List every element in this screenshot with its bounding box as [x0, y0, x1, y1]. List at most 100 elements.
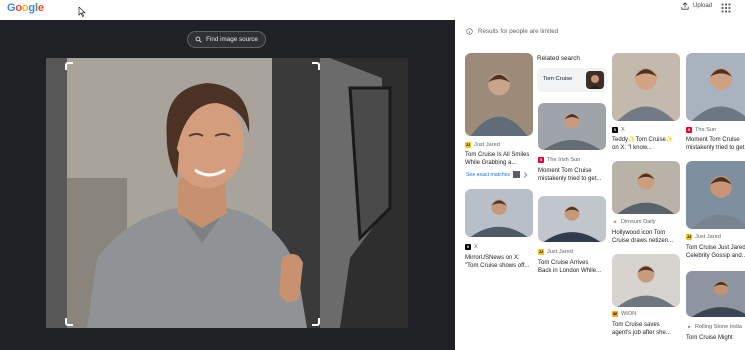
- related-search-chip[interactable]: Tom Cruise: [537, 68, 607, 92]
- result-title[interactable]: Teddy✨Tom Cruise✨ on X: "I know...: [612, 136, 684, 152]
- result-title-line: MirrorUSNews on X:: [465, 255, 520, 261]
- crop-handle-top-right[interactable]: [312, 62, 320, 70]
- result-thumbnail[interactable]: [465, 53, 533, 136]
- results-notice: Results for people are limited: [466, 28, 558, 35]
- result-source-name: The Irish Sun: [547, 157, 581, 163]
- see-exact-matches-link[interactable]: See exact matches: [466, 171, 528, 178]
- result-source-name: Just Jared: [547, 249, 573, 255]
- crop-region[interactable]: [67, 58, 320, 328]
- logo-letter: G: [7, 2, 16, 14]
- result-source[interactable]: XX: [465, 244, 478, 250]
- source-favicon-icon: X: [465, 244, 471, 250]
- result-title[interactable]: Moment Tom Cruise mistakenly tried to get…: [686, 136, 745, 152]
- result-title-line: Tom Cruise Arrives: [538, 260, 589, 266]
- result-source-name: WION: [621, 311, 637, 317]
- upload-button[interactable]: Upload: [681, 2, 712, 10]
- related-search-heading: Related search: [537, 55, 580, 62]
- result-title-line: Celebrity Gossip and...: [686, 253, 745, 259]
- result-title-line: Tom Cruise saves: [612, 322, 660, 328]
- crop-handle-bottom-right[interactable]: [312, 318, 320, 326]
- source-favicon-icon: ★: [612, 219, 618, 225]
- source-favicon-icon: ●: [686, 324, 692, 330]
- result-title[interactable]: Tom Cruise Might: [686, 334, 745, 342]
- related-search: Related search Tom Cruise: [537, 53, 607, 97]
- result-title[interactable]: Tom Cruise Is All Smiles While Grabbing a…: [465, 151, 537, 167]
- source-favicon-icon: S: [686, 127, 692, 133]
- related-search-thumbnail: [586, 71, 604, 89]
- result-thumbnail[interactable]: [612, 53, 680, 121]
- top-bar: Google Upload: [0, 0, 745, 20]
- result-source[interactable]: S The Irish Sun: [538, 157, 580, 163]
- source-favicon-icon: X: [612, 127, 618, 133]
- result-title-line: agent's job after she...: [612, 330, 671, 336]
- apps-grid-icon[interactable]: [721, 3, 731, 13]
- result-title-line: Cruise draws netizen...: [612, 238, 674, 244]
- result-source-name: X: [474, 244, 478, 250]
- result-title[interactable]: Tom Cruise saves agent's job after she...: [612, 321, 684, 337]
- vehicle-door-shape: [330, 58, 408, 328]
- info-icon: [466, 28, 473, 35]
- result-source-name: Dimsum Daily: [621, 219, 656, 225]
- result-title[interactable]: Tom Cruise Arrives Back in London While..…: [538, 259, 610, 275]
- result-source[interactable]: JJ Just Jared: [686, 234, 721, 240]
- source-favicon-icon: JJ: [538, 249, 544, 255]
- result-title-line: Hollywood icon Tom: [612, 230, 666, 236]
- lens-search-icon: [195, 36, 202, 43]
- result-title-line: "Tom Cruise shows off...: [465, 263, 530, 269]
- result-title-line: Tom Cruise Might: [686, 335, 733, 341]
- result-title-line: Moment Tom Cruise: [538, 168, 592, 174]
- result-thumbnail[interactable]: [612, 254, 680, 307]
- result-source-name: The Sun: [695, 127, 717, 133]
- result-source-name: Just Jared: [695, 234, 721, 240]
- result-source[interactable]: JJ Just Jared: [465, 142, 500, 148]
- result-title-line: While Grabbing a...: [465, 160, 517, 166]
- result-title[interactable]: Moment Tom Cruise mistakenly tried to get…: [538, 167, 610, 183]
- result-source[interactable]: ★ Dimsum Daily: [612, 219, 656, 225]
- source-favicon-icon: S: [538, 157, 544, 163]
- result-title[interactable]: MirrorUSNews on X: "Tom Cruise shows off.…: [465, 254, 537, 270]
- source-favicon-icon: JJ: [686, 234, 692, 240]
- photo-outside-left: [46, 58, 67, 328]
- uploaded-photo: [46, 58, 408, 328]
- upload-icon: [681, 2, 689, 10]
- result-thumbnail[interactable]: [686, 271, 745, 317]
- see-exact-matches-label: See exact matches: [466, 171, 511, 178]
- person-photo-illustration: [67, 58, 320, 328]
- google-logo[interactable]: Google: [7, 2, 44, 14]
- find-image-source-label: Find image source: [206, 36, 258, 43]
- exact-match-thumb-icon: [513, 171, 521, 178]
- result-thumbnail[interactable]: [686, 161, 745, 229]
- result-source-name: Rolling Stone India: [695, 324, 742, 330]
- result-title-line: mistakenly tried to get...: [538, 176, 602, 182]
- source-favicon-icon: W: [612, 311, 618, 317]
- crop-handle-bottom-left[interactable]: [65, 318, 73, 326]
- result-title[interactable]: Hollywood icon Tom Cruise draws netizen..…: [612, 229, 684, 245]
- result-thumbnail[interactable]: [465, 189, 533, 237]
- results-notice-text: Results for people are limited: [478, 28, 559, 35]
- result-title-line: on X: "I know...: [612, 145, 652, 151]
- result-title-line: mistakenly tried to get...: [686, 145, 745, 151]
- result-source[interactable]: JJ Just Jared: [538, 249, 573, 255]
- source-favicon-icon: JJ: [465, 142, 471, 148]
- result-source-name: Just Jared: [474, 142, 500, 148]
- result-thumbnail[interactable]: [538, 196, 606, 242]
- result-thumbnail[interactable]: [686, 53, 745, 121]
- chevron-right-icon: [524, 171, 528, 178]
- result-title[interactable]: Tom Cruise Just Jared Celebrity Gossip an…: [686, 244, 745, 260]
- upload-label: Upload: [693, 3, 713, 9]
- mouse-cursor-icon: [78, 7, 86, 17]
- result-title-line: Moment Tom Cruise: [686, 137, 740, 143]
- result-source[interactable]: ● Rolling Stone India: [686, 324, 742, 330]
- result-source[interactable]: W WION: [612, 311, 636, 317]
- result-source[interactable]: XX: [612, 127, 625, 133]
- result-thumbnail[interactable]: [612, 161, 680, 214]
- logo-letter: e: [37, 2, 44, 14]
- result-source[interactable]: S The Sun: [686, 127, 716, 133]
- result-title-line: Tom Cruise Just Jared: [686, 245, 745, 251]
- crop-handle-top-left[interactable]: [65, 62, 73, 70]
- result-thumbnail[interactable]: [538, 103, 606, 150]
- related-search-query: Tom Cruise: [543, 76, 573, 82]
- find-image-source-button[interactable]: Find image source: [187, 31, 266, 48]
- result-title-line: Back in London While...: [538, 268, 602, 274]
- result-title-line: Teddy✨Tom Cruise✨: [612, 137, 674, 143]
